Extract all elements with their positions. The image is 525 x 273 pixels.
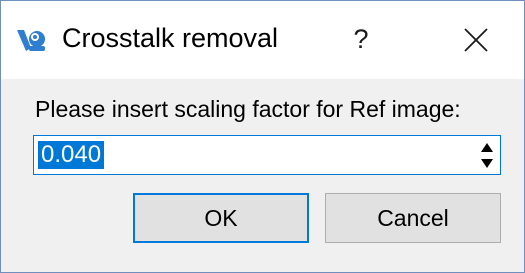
window-title: Crosstalk removal <box>62 23 279 53</box>
triangle-down-icon <box>481 158 493 168</box>
scaling-factor-spinbox[interactable]: 0.040 <box>33 135 501 175</box>
spin-arrows <box>478 139 496 171</box>
triangle-up-icon <box>481 142 493 152</box>
scaling-factor-value[interactable]: 0.040 <box>38 141 105 169</box>
ok-button[interactable]: OK <box>133 193 309 243</box>
cancel-button-label: Cancel <box>377 204 449 231</box>
crosstalk-dialog: Crosstalk removal ? Please insert scalin… <box>0 0 525 273</box>
prompt-label: Please insert scaling factor for Ref ima… <box>35 96 461 122</box>
ok-button-label: OK <box>204 204 238 231</box>
title-bar[interactable]: Crosstalk removal ? <box>1 1 524 79</box>
spin-down-button[interactable] <box>478 155 496 171</box>
cancel-button[interactable]: Cancel <box>325 193 501 243</box>
app-logo-icon <box>17 30 45 51</box>
close-icon <box>464 28 488 52</box>
dialog-body: Please insert scaling factor for Ref ima… <box>1 79 524 272</box>
close-button[interactable] <box>449 13 503 67</box>
help-button[interactable]: ? <box>337 11 385 67</box>
spin-up-button[interactable] <box>478 139 496 155</box>
help-label: ? <box>353 23 369 54</box>
